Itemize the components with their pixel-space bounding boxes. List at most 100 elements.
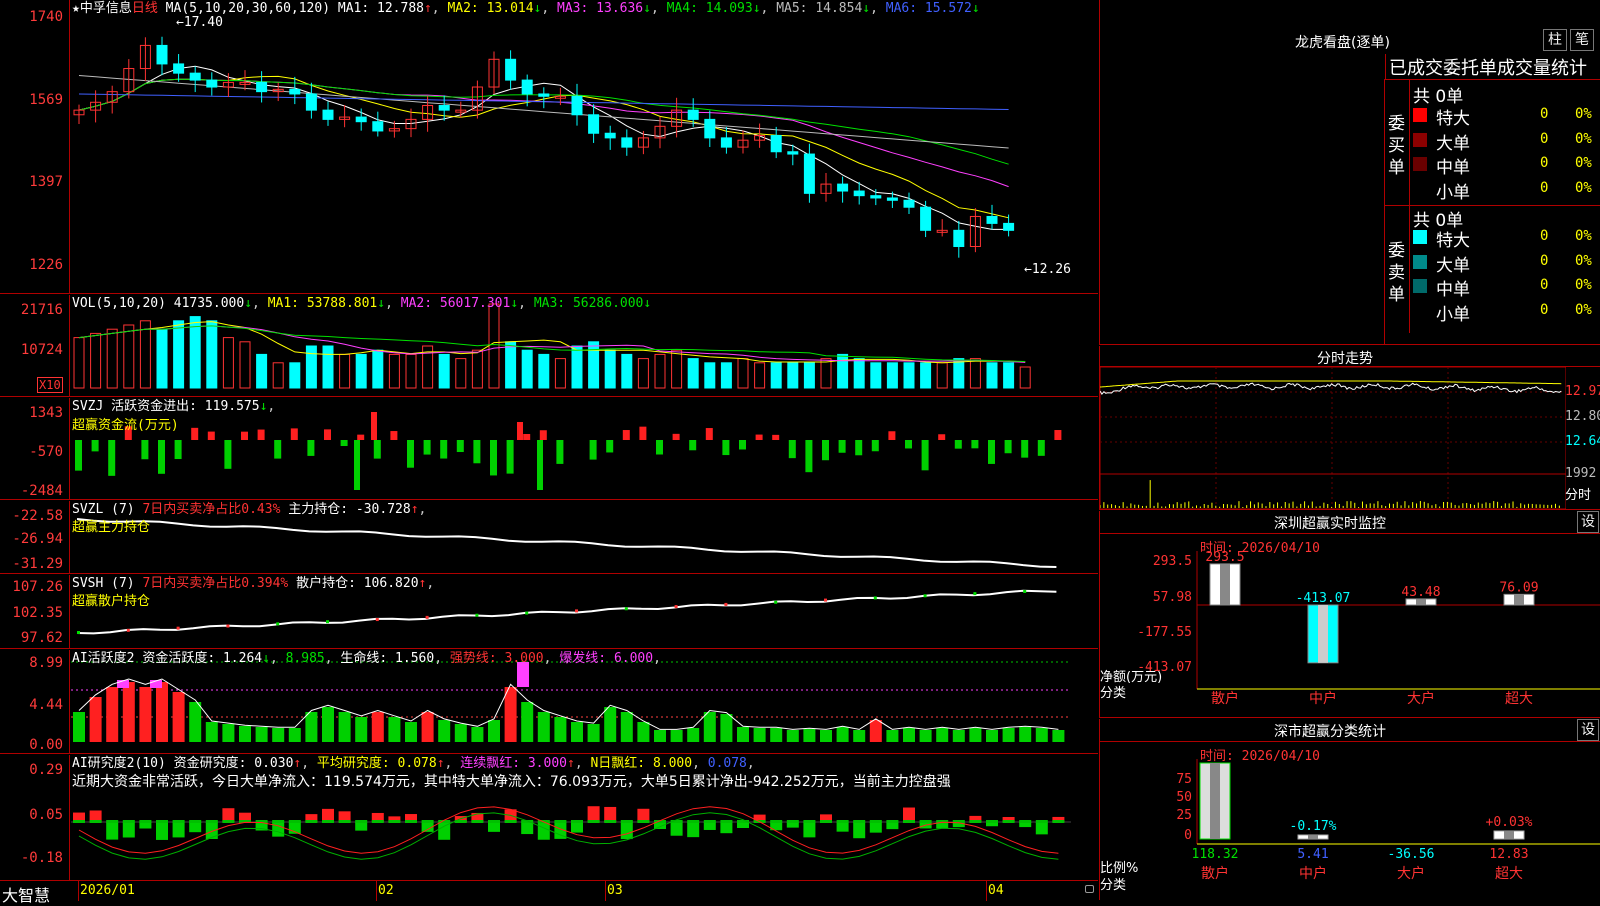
order-pct: 0% [1575,228,1592,244]
order-row: 中单 0 0% [1410,153,1600,178]
flow-bar [390,431,398,440]
order-pct: 0% [1575,277,1592,293]
sz-class-panel: 深市超赢分类统计 设 时间: 2026/04/10 75 50 25 0 118.32 散… [1099,719,1600,900]
y-tick: -31.29 [12,556,63,572]
volume-bar [355,353,367,389]
x-axis: 大智慧 2026/01 02 03 04 [0,880,1098,905]
volume-bar [803,362,815,389]
svzj-pane[interactable]: 1343 -570 -2484 SVZJ 活跃资金进出: 119.575↓, 超… [0,398,1098,500]
period-label[interactable]: 日线 [132,1,158,16]
research-bar [222,808,235,822]
flow-bar [207,431,215,440]
order-count: 0 [1540,252,1549,269]
category-label: 超大 [1495,866,1523,882]
avg-marker [853,820,866,823]
brand-label: 大智慧 [2,886,51,905]
sz-monitor-settings-button[interactable]: 设 [1577,511,1599,533]
flow-bar [921,440,929,471]
minute-price-mid: 12.80 [1565,409,1600,424]
stock-title[interactable]: ★中孚信息 [72,1,132,16]
bar-highlight [1220,563,1230,605]
avg-marker [205,820,218,823]
candle [787,151,799,155]
candle [289,88,301,95]
holding-dot [973,592,977,596]
svzl-pane[interactable]: -22.58 -26.94 -31.29 SVZL (7) 7日内买卖净占比0.… [0,501,1098,574]
research-bar [587,806,600,822]
avg-marker [1035,820,1048,823]
volume-bar [1019,366,1031,389]
minute-panel[interactable]: 分时走势 12.97 12.80 12.64 1992 分时 [1099,346,1600,510]
ai-active-value: 资金活跃度: 1.264 [142,651,263,666]
activity-bar [620,712,633,742]
vol-label: VOL(5,10,20) [72,296,166,311]
category-label: 散户 [1201,865,1229,882]
holding-dot [624,607,628,611]
holding-dot [575,609,578,613]
activity-bar [239,726,251,742]
research-bar [488,822,500,832]
activity-bar [604,707,617,742]
volume-pane[interactable]: 21716 10724 X10 VOL(5,10,20) 41735.000↓,… [0,295,1098,397]
avg-marker [986,820,998,823]
bar-view-button[interactable]: 柱 [1543,29,1567,51]
volume-bar [405,353,417,389]
avg-marker [156,820,168,823]
activity-bar [571,722,583,742]
research-value: 资金研究度: 0.030 [173,756,294,771]
volume-bar [256,353,268,389]
activity-bar [139,687,152,742]
sz-class-chart[interactable]: 75 50 25 0118.32 散户 -0.17% 5.41 中户 -36.56 大户 +0.03… [1100,759,1600,900]
volume-bar [720,362,732,389]
flow-bar [307,440,315,456]
volume-ma-line [78,321,1026,364]
activity-bar [222,724,235,742]
avg-marker [139,820,152,823]
avg-marker [1052,820,1065,823]
activity-bar [288,728,301,742]
color-swatch [1413,230,1427,244]
volume-unit-label: X10 [37,377,63,393]
svsh-pane[interactable]: 107.26 102.35 97.62 SVSH (7) 7日内买卖净占比0.3… [0,575,1098,649]
bar-value-label: 12.83 [1489,847,1528,862]
avg-marker [554,820,567,823]
y-tick: 0.05 [29,807,63,823]
flow-bar [1054,430,1062,440]
avg-marker [73,820,85,823]
minute-chart[interactable] [1100,367,1566,509]
burst-line-value: 爆发线: 6.000 [559,651,654,666]
sz-class-settings-button[interactable]: 设 [1577,719,1599,741]
flow-bar [257,429,265,440]
volume-bar [139,320,151,389]
sz-monitor-chart[interactable]: 293.557.98-177.55-413.07293.5散户-413.07中户… [1100,551,1600,718]
research-bar [853,822,866,839]
activity-bar [338,712,351,742]
flow-bar [490,440,497,476]
y-tick: 1226 [29,257,63,273]
ai-activity-pane[interactable]: 8.99 4.44 0.00 AI活跃度2 资金活跃度: 1.264↓, 8.9… [0,650,1098,754]
research-bar [620,822,633,840]
flow-bar [357,434,365,440]
tab-caption[interactable]: 已成交委托单成交量统计 [1385,54,1600,80]
volume-bar [1003,362,1015,389]
y-tick: 0.00 [29,737,63,753]
research-bar [106,822,119,840]
ai-research-pane[interactable]: 0.29 0.05 -0.18 AI研究度2(10) 资金研究度: 0.030↑… [0,755,1098,880]
flow-bar [871,440,879,452]
candle [870,195,882,199]
ai-activity-y-axis: 8.99 4.44 0.00 [0,650,70,753]
candle [920,206,932,231]
kline-pane[interactable]: 1740 1569 1397 1226 ★中孚信息日线 MA(5,10,20,3… [0,0,1098,294]
flow-bar [324,429,331,440]
flow-bar [772,434,780,440]
research-bar [1035,822,1048,835]
lock-icon[interactable] [1085,885,1094,893]
avg-marker [803,820,816,823]
volume-bar [289,362,301,389]
flow-bar [954,440,962,449]
candlestick-chart[interactable] [71,0,1098,293]
pen-view-button[interactable]: 笔 [1570,29,1594,51]
flow-bar [158,440,165,474]
activity-bar [73,712,85,742]
volume-bar [438,353,450,389]
